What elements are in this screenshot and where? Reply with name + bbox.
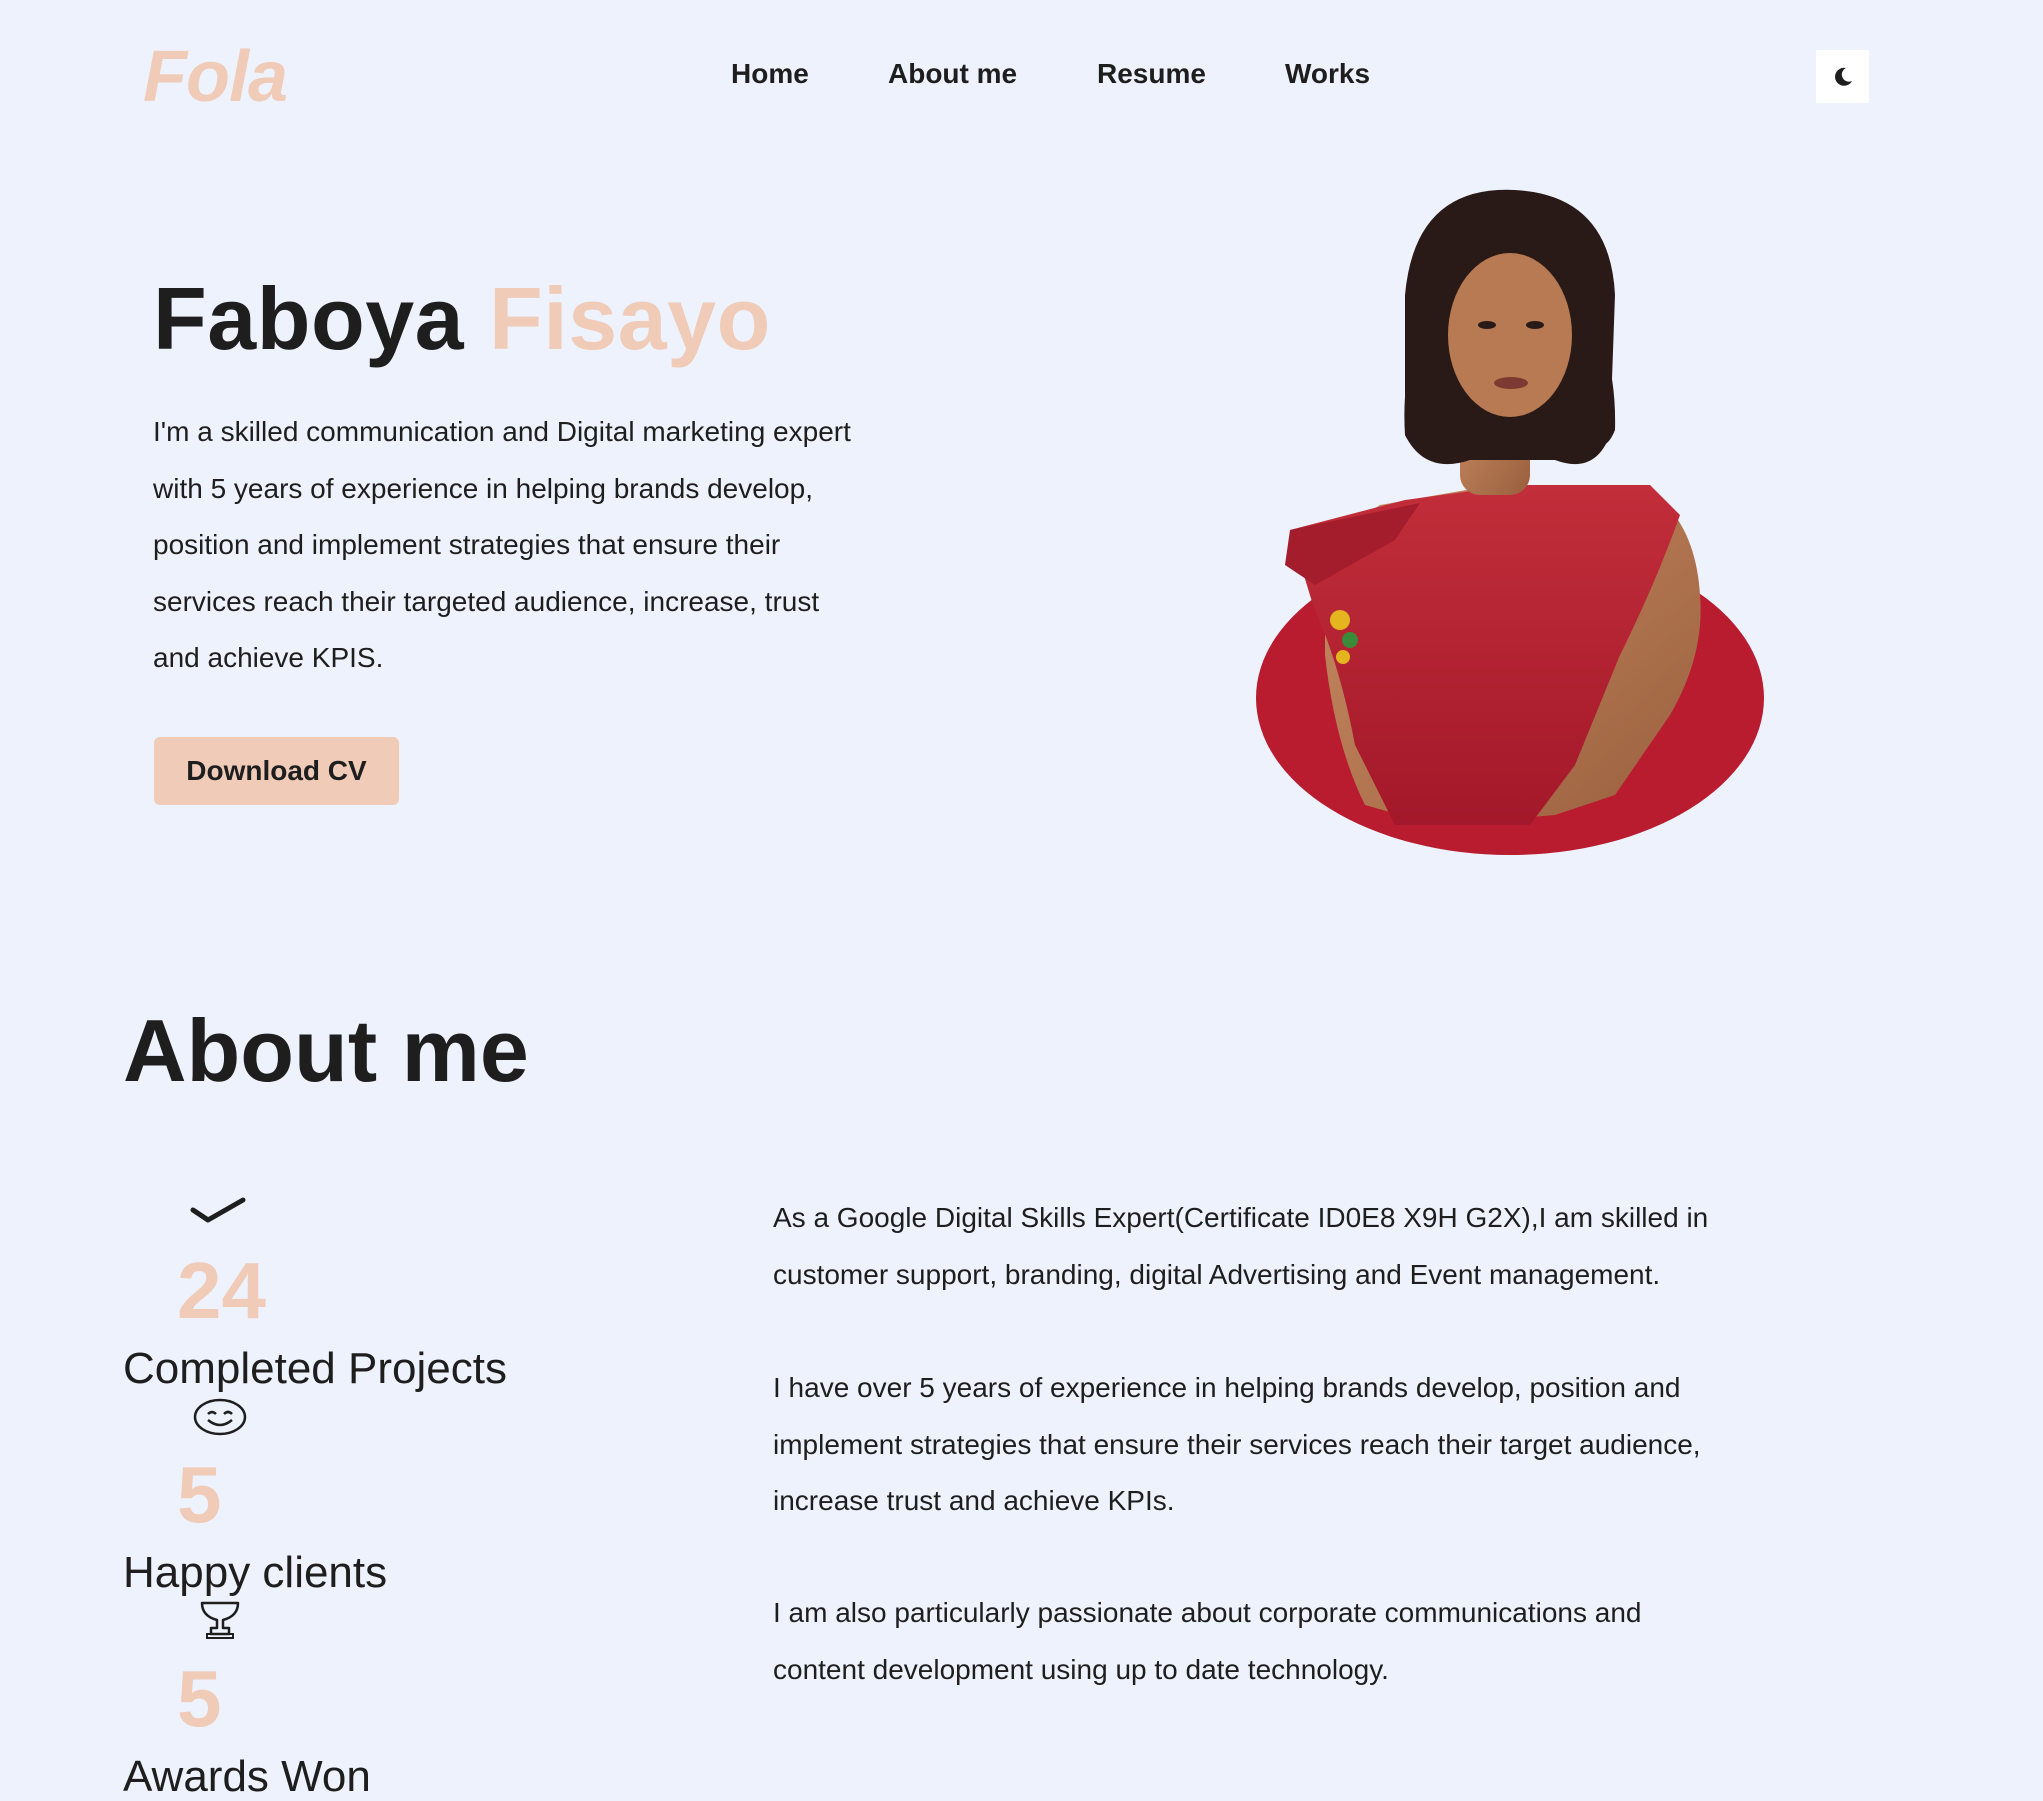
about-paragraph-2: I have over 5 years of experience in hel…: [773, 1372, 1701, 1516]
download-cv-button[interactable]: Download CV: [154, 737, 399, 805]
portfolio-page: Fola Home About me Resume Works Faboya F…: [0, 0, 2043, 1801]
checkmark-icon: [190, 1197, 246, 1223]
moon-icon: [1834, 67, 1852, 86]
stat-projects-value: 24: [177, 1246, 266, 1335]
nav-home[interactable]: Home: [731, 58, 809, 90]
smiley-icon: [193, 1398, 247, 1436]
stat-awards-value: 5: [177, 1654, 222, 1743]
stat-projects-label: Completed Projects: [123, 1344, 507, 1393]
theme-toggle-button[interactable]: [1816, 50, 1869, 103]
stat-clients-value: 5: [177, 1450, 222, 1539]
hero-last-name: Fisayo: [489, 269, 771, 368]
site-logo[interactable]: Fola: [143, 36, 288, 118]
trophy-icon: [200, 1601, 240, 1639]
hero-first-name: Faboya: [153, 269, 465, 368]
hero-name: Faboya Fisayo: [153, 268, 771, 370]
about-title: About me: [123, 1001, 529, 1100]
nav-about-me[interactable]: About me: [888, 58, 1017, 90]
nav-works[interactable]: Works: [1285, 58, 1370, 90]
stat-awards-label: Awards Won: [123, 1752, 371, 1801]
about-paragraph-3: I am also particularly passionate about …: [773, 1597, 1642, 1685]
about-paragraph-1: As a Google Digital Skills Expert(Certif…: [773, 1202, 1709, 1290]
nav-resume[interactable]: Resume: [1097, 58, 1206, 90]
stat-clients-label: Happy clients: [123, 1548, 388, 1597]
hero-description: I'm a skilled communication and Digital …: [153, 416, 851, 673]
portrait-photo: [1256, 189, 1764, 855]
